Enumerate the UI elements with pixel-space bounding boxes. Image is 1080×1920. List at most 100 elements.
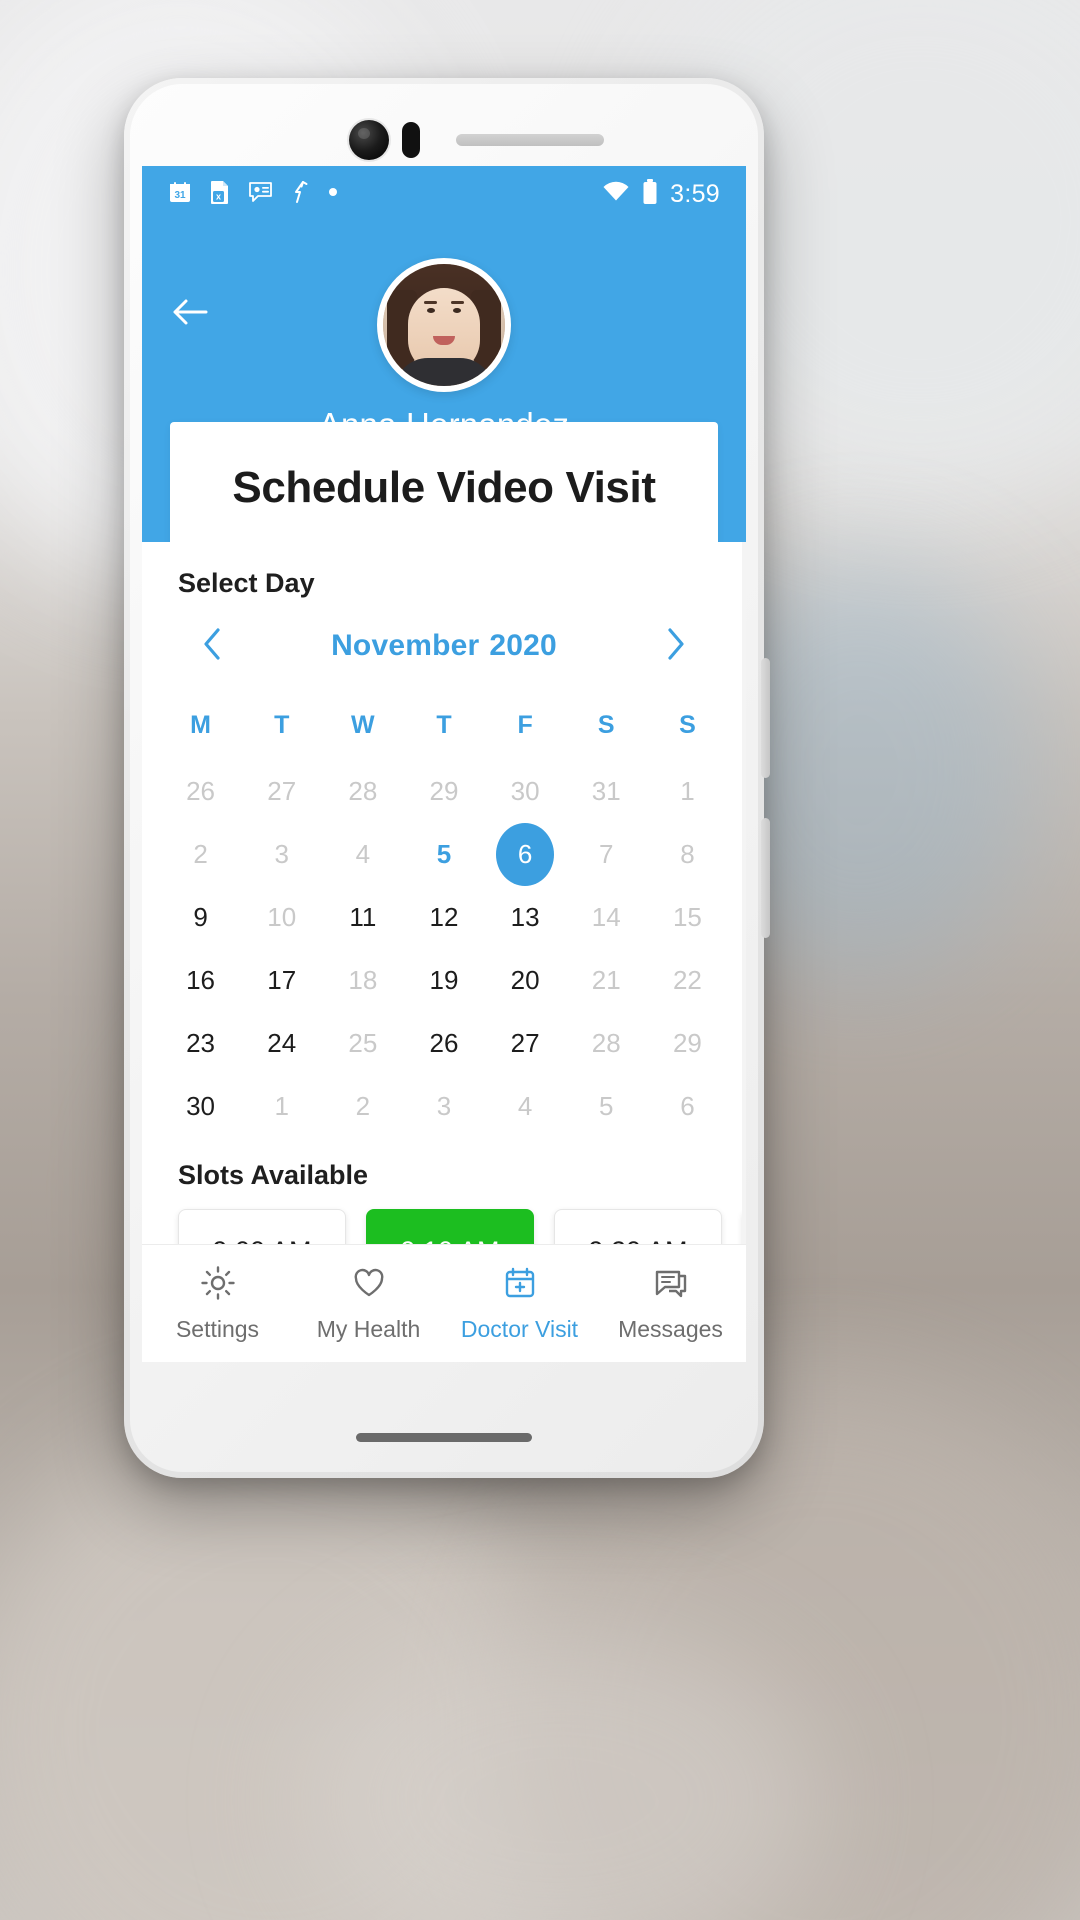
calendar-weekday: T	[436, 711, 452, 739]
calendar-month: November	[331, 629, 480, 662]
heart-icon	[350, 1264, 388, 1307]
calendar-day[interactable]: 30	[485, 760, 566, 823]
calendar-day[interactable]: 25	[322, 1012, 403, 1075]
calendar-day[interactable]: 26	[160, 760, 241, 823]
bottom-navigation: Settings My Health Doctor Visit Messages	[142, 1244, 746, 1362]
chevron-left-icon	[201, 627, 223, 666]
prev-month-button[interactable]	[188, 622, 236, 670]
calendar-day[interactable]: 13	[485, 886, 566, 949]
select-day-label: Select Day	[178, 568, 315, 598]
calendar-day[interactable]: 24	[241, 1012, 322, 1075]
calendar: November 2020 MTWTFSS 26 27 28 29 30 31 1 2 3 4 5 6 7…	[160, 603, 728, 1138]
slots-available-label: Slots Available	[178, 1160, 369, 1190]
home-indicator[interactable]	[356, 1433, 532, 1442]
status-bar-system: 3:59	[602, 178, 720, 210]
calendar-weekday: S	[597, 711, 615, 739]
phone-top-bezel	[124, 78, 764, 170]
dot-icon	[327, 185, 339, 203]
app-header: 31 x 3:59 Schedule Video Visit	[142, 166, 746, 554]
wifi-icon	[602, 181, 630, 208]
calendar-day[interactable]: 17	[241, 949, 322, 1012]
calendar-day[interactable]: 23	[160, 1012, 241, 1075]
calendar-day[interactable]: 3	[241, 823, 322, 886]
battery-icon	[642, 178, 658, 210]
avatar[interactable]	[377, 258, 511, 392]
calendar-weekday: S	[679, 711, 696, 739]
calendar-day[interactable]: 7	[566, 823, 647, 886]
nav-item-settings[interactable]: Settings	[142, 1264, 293, 1343]
calendar-day[interactable]: 2	[160, 823, 241, 886]
calendar-day[interactable]: 6	[647, 1075, 728, 1138]
calendar-day[interactable]: 4	[485, 1075, 566, 1138]
calendar-day[interactable]: 27	[485, 1012, 566, 1075]
calendar-day[interactable]: 31	[566, 760, 647, 823]
status-bar-notifications: 31 x	[168, 180, 339, 209]
calendar-day[interactable]: 5	[566, 1075, 647, 1138]
proximity-sensor-icon	[402, 122, 420, 158]
calendar-31-icon: 31	[168, 180, 192, 209]
chevron-right-icon	[665, 627, 687, 666]
nav-item-label: My Health	[316, 1316, 421, 1342]
calendar-day[interactable]: 3	[403, 1075, 484, 1138]
phone-screen: 31 x 3:59 Schedule Video Visit Select Da…	[142, 166, 746, 1362]
calendar-day[interactable]: 4	[322, 823, 403, 886]
svg-text:x: x	[216, 191, 221, 201]
calendar-day[interactable]: 1	[241, 1075, 322, 1138]
nav-item-label: Doctor Visit	[460, 1316, 579, 1342]
calendar-weekday: M	[190, 711, 211, 739]
nav-item-label: Settings	[175, 1316, 260, 1342]
calendar-day[interactable]: 2	[322, 1075, 403, 1138]
calendar-day[interactable]: 27	[241, 760, 322, 823]
next-month-button[interactable]	[652, 622, 700, 670]
calendar-days-grid: 26 27 28 29 30 31 1 2 3 4 5 6 7 8 9 10 11 12 13 14 15 16 17 18 1…	[160, 760, 728, 1138]
status-bar-time: 3:59	[670, 179, 720, 208]
calendar-weekday: F	[517, 711, 533, 739]
content-scrollbar[interactable]	[742, 542, 746, 1362]
gear-icon	[199, 1264, 237, 1307]
front-camera-icon	[349, 120, 389, 160]
calendar-day[interactable]: 8	[647, 823, 728, 886]
calendar-month-title: November 2020	[331, 629, 557, 663]
calendar-year: 2020	[489, 629, 557, 662]
calendar-day[interactable]: 9	[160, 886, 241, 949]
calendar-day[interactable]: 11	[322, 886, 403, 949]
calendar-day[interactable]: 16	[160, 949, 241, 1012]
calendar-day[interactable]: 10	[241, 886, 322, 949]
nav-item-my-health[interactable]: My Health	[293, 1264, 444, 1343]
calendar-day[interactable]: 12	[403, 886, 484, 949]
calendar-day[interactable]: 19	[403, 949, 484, 1012]
calendar-day[interactable]: 14	[566, 886, 647, 949]
back-button[interactable]	[164, 288, 216, 340]
calendar-day[interactable]: 20	[485, 949, 566, 1012]
calendar-day[interactable]: 30	[160, 1075, 241, 1138]
message-card-icon	[248, 181, 273, 208]
nav-item-label: Messages	[618, 1316, 723, 1342]
nav-item-messages[interactable]: Messages	[595, 1264, 746, 1343]
calendar-weekday: W	[351, 711, 375, 739]
calendar-day[interactable]: 28	[322, 760, 403, 823]
spreadsheet-x-icon: x	[209, 180, 231, 209]
sync-arrows-icon	[290, 180, 310, 209]
status-bar: 31 x 3:59	[142, 166, 746, 222]
phone-power-button[interactable]	[761, 818, 770, 938]
calendar-day[interactable]: 15	[647, 886, 728, 949]
nav-item-doctor-visit[interactable]: Doctor Visit	[444, 1264, 595, 1343]
phone-volume-button[interactable]	[761, 658, 770, 778]
calendar-day[interactable]: 21	[566, 949, 647, 1012]
calendar-day[interactable]: 6	[485, 823, 566, 886]
phone-mockup: 31 x 3:59 Schedule Video Visit Select Da…	[124, 78, 770, 1478]
page-title-card: Schedule Video Visit	[170, 422, 718, 554]
calendar-day[interactable]: 5	[403, 823, 484, 886]
calendar-day[interactable]: 22	[647, 949, 728, 1012]
chat-bubble-icon	[652, 1264, 690, 1307]
calendar-day[interactable]: 28	[566, 1012, 647, 1075]
calendar-day[interactable]: 29	[403, 760, 484, 823]
svg-text:31: 31	[174, 190, 186, 201]
back-arrow-icon	[170, 296, 210, 333]
calendar-day[interactable]: 1	[647, 760, 728, 823]
calendar-day[interactable]: 26	[403, 1012, 484, 1075]
calendar-day[interactable]: 18	[322, 949, 403, 1012]
avatar-photo	[383, 264, 505, 386]
calendar-day[interactable]: 29	[647, 1012, 728, 1075]
calendar-weekday: T	[274, 711, 290, 739]
